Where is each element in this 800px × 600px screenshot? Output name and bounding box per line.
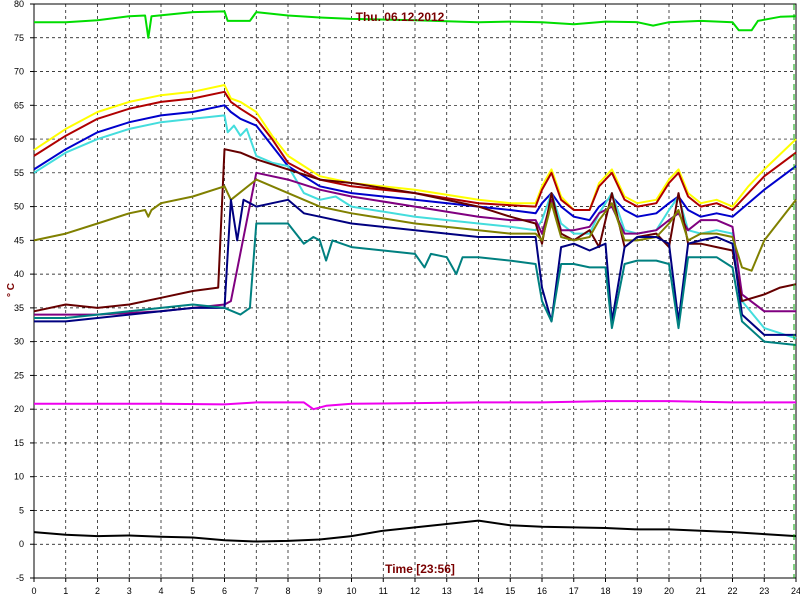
x-tick-label: 23 [759,586,769,596]
x-tick-label: 12 [410,586,420,596]
x-tick-label: 21 [696,586,706,596]
x-tick-label: 3 [127,586,132,596]
y-tick-label: 35 [14,303,24,313]
x-tick-label: 24 [791,586,800,596]
x-tick-label: 11 [379,586,388,596]
y-tick-label: 30 [14,337,24,347]
x-tick-label: 15 [505,586,515,596]
y-tick-label: 70 [14,67,24,77]
x-tick-label: 5 [190,586,195,596]
x-tick-label: 1 [63,586,68,596]
y-tick-label: 20 [14,404,24,414]
x-tick-label: 0 [31,586,36,596]
x-tick-label: 20 [664,586,674,596]
x-tick-label: 9 [317,586,322,596]
y-tick-label: 25 [14,370,24,380]
x-tick-label: 14 [473,586,483,596]
y-tick-label: 5 [19,505,24,515]
x-tick-label: 16 [537,586,547,596]
y-tick-label: 40 [14,269,24,279]
chart-title: Thu. 06.12.2012 [356,10,445,24]
x-axis-label: Time [23:56] [385,562,455,576]
x-tick-label: 13 [442,586,452,596]
y-tick-label: 65 [14,100,24,110]
x-tick-label: 17 [569,586,579,596]
y-tick-label: 10 [14,472,24,482]
y-tick-label: 0 [19,539,24,549]
y-tick-label: 45 [14,235,24,245]
x-tick-label: 7 [254,586,259,596]
x-tick-label: 6 [222,586,227,596]
y-axis-label: ° C [6,283,17,297]
y-tick-label: 75 [14,33,24,43]
y-tick-label: 60 [14,134,24,144]
x-tick-label: 19 [632,586,642,596]
x-tick-label: 2 [95,586,100,596]
x-axis-ticks: 0 1 2 3 4 5 6 7 8 9 10 11 12 13 14 15 16 17 18 19 20 21 22 23 24 [31,578,800,596]
y-tick-label: 55 [14,168,24,178]
y-tick-label: 15 [14,438,24,448]
temperature-chart: -505101520253035404550556065707580 01234… [6,0,800,596]
x-tick-label: 8 [285,586,290,596]
x-tick-label: 18 [600,586,610,596]
x-tick-label: 4 [158,586,163,596]
x-tick-label: 10 [346,586,356,596]
y-tick-label: 50 [14,202,24,212]
y-tick-label: -5 [16,573,24,583]
y-tick-label: 80 [14,0,24,9]
x-tick-label: 22 [727,586,737,596]
